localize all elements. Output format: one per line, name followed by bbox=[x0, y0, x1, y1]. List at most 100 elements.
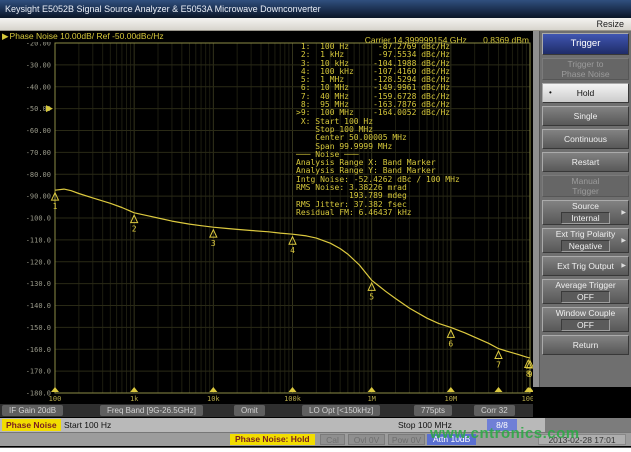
y-axis-tick-label: -70.00 bbox=[26, 149, 51, 157]
submenu-arrow-icon: ▶ bbox=[621, 236, 626, 246]
y-axis-tick-label: -180.0 bbox=[26, 390, 51, 398]
window-titlebar: Keysight E5052B Signal Source Analyzer &… bbox=[0, 0, 631, 18]
softkey-continuous[interactable]: Continuous bbox=[542, 129, 629, 149]
submenu-arrow-icon: ▶ bbox=[621, 208, 626, 218]
softkey-scrollbar[interactable] bbox=[533, 31, 540, 387]
y-axis-tick-label: -130.0 bbox=[26, 280, 51, 288]
y-axis-tick-label: -30.00 bbox=[26, 61, 51, 69]
softkey-label: Window Couple bbox=[556, 308, 616, 318]
softkey-panel: Trigger Trigger toPhase Noise • Hold Single… bbox=[540, 31, 631, 387]
trace-scale-label: Phase Noise 10.00dB/ Ref -50.00dBc/Hz bbox=[10, 31, 164, 41]
resize-menu-item[interactable]: Resize bbox=[596, 18, 624, 30]
marker-number-label: 3 bbox=[211, 239, 216, 248]
trace-select-icon: ▶ bbox=[2, 31, 9, 41]
status-cell-corr-32: Corr 32 bbox=[474, 405, 515, 416]
softkey-label: Single bbox=[574, 111, 598, 121]
softkey-label: Hold bbox=[577, 88, 594, 98]
softkey-label: Source bbox=[572, 201, 599, 211]
measurement-status-bar: IF Gain 20dB Freq Band [9G-26.5GHz] Omit LO… bbox=[0, 404, 533, 417]
trigger-mode-status: Phase Noise: Hold bbox=[230, 434, 315, 445]
softkey-average-trigger[interactable]: Average TriggerOFF bbox=[542, 279, 629, 304]
x-axis-tick-label: 1M bbox=[367, 395, 375, 403]
status-cell-freq-band-9g-26-5ghz-: Freq Band [9G-26.5GHz] bbox=[100, 405, 203, 416]
window-title: Keysight E5052B Signal Source Analyzer &… bbox=[5, 4, 321, 14]
softkey-return[interactable]: Return bbox=[542, 335, 629, 355]
y-axis-tick-label: -120.0 bbox=[26, 258, 51, 266]
softkey-hold[interactable]: • Hold bbox=[542, 83, 629, 103]
softkey-sidebar: Trigger Trigger toPhase Noise • Hold Single… bbox=[533, 31, 631, 418]
band-marker-bottom-flag-icon bbox=[51, 387, 59, 392]
softkey-label: Restart bbox=[572, 157, 599, 167]
marker-number-label: 6 bbox=[448, 339, 453, 348]
app-window: Keysight E5052B Signal Source Analyzer &… bbox=[0, 0, 631, 448]
marker-number-label: 1 bbox=[53, 202, 58, 211]
y-axis-tick-label: -80.00 bbox=[26, 171, 51, 179]
softkey-restart[interactable]: Restart bbox=[542, 152, 629, 172]
marker-readout-block: 1: 100 Hz -87.2769 dBc/Hz 2: 1 kHz -97.5… bbox=[296, 43, 460, 217]
softkey-value: Negative bbox=[561, 240, 610, 252]
y-axis-tick-label: -100.0 bbox=[26, 215, 51, 223]
softkey-label: Ext Trig Polarity bbox=[556, 229, 616, 239]
y-axis-tick-label: -170.0 bbox=[26, 368, 51, 376]
softkey-label: Ext Trig Output bbox=[557, 261, 614, 271]
band-marker-bottom-flag-icon bbox=[289, 387, 297, 392]
softkey-menu-title: Trigger bbox=[542, 33, 629, 55]
trace-header: ▶Phase Noise 10.00dB/ Ref -50.00dBc/Hz C… bbox=[0, 31, 533, 42]
softkey-source[interactable]: SourceInternal ▶ bbox=[542, 200, 629, 225]
active-trace-chip: Phase Noise bbox=[2, 419, 61, 431]
x-axis-tick-label: 100 bbox=[49, 395, 62, 403]
y-axis-tick-label: -140.0 bbox=[26, 302, 51, 310]
menu-bar: Resize bbox=[0, 18, 631, 31]
band-marker-bottom-flag-icon bbox=[130, 387, 138, 392]
x-axis-tick-label: 100M bbox=[522, 395, 533, 403]
band-marker-bottom-flag-icon bbox=[368, 387, 376, 392]
status-cell-if-gain-20db: IF Gain 20dB bbox=[2, 405, 63, 416]
cal-status: Cal bbox=[320, 434, 345, 445]
softkey-value: OFF bbox=[561, 319, 610, 331]
marker-number-label: 7 bbox=[496, 361, 501, 370]
marker-number-label: 9 bbox=[528, 370, 533, 379]
y-axis-tick-label: -40.00 bbox=[26, 83, 51, 91]
softkey-label: Trigger bbox=[572, 186, 599, 196]
sweep-start-label: Start 100 Hz bbox=[64, 419, 111, 432]
status-cell-lo-opt-150khz-: LO Opt [<150kHz] bbox=[302, 405, 380, 416]
band-marker-bottom-flag-icon bbox=[494, 387, 502, 392]
softkey-value: Internal bbox=[561, 212, 610, 224]
x-axis-tick-label: 10k bbox=[207, 395, 220, 403]
softkey-label: Average Trigger bbox=[555, 280, 615, 290]
y-axis-tick-label: -150.0 bbox=[26, 324, 51, 332]
softkey-ext-trig-output[interactable]: Ext Trig Output ▶ bbox=[542, 256, 629, 276]
trace-scale-label-wrap: ▶Phase Noise 10.00dB/ Ref -50.00dBc/Hz bbox=[2, 31, 164, 42]
x-axis-tick-label: 1k bbox=[130, 395, 139, 403]
y-axis-tick-label: -90.00 bbox=[26, 193, 51, 201]
marker-number-label: 5 bbox=[369, 292, 374, 301]
softkey-ext-trig-polarity[interactable]: Ext Trig PolarityNegative ▶ bbox=[542, 228, 629, 253]
softkey-manual-trigger: ManualTrigger bbox=[542, 175, 629, 197]
softkey-single[interactable]: Single bbox=[542, 106, 629, 126]
softkey-trigger-to-phase-noise: Trigger toPhase Noise bbox=[542, 58, 629, 80]
softkey-label: Phase Noise bbox=[561, 69, 609, 79]
x-axis-tick-label: 100k bbox=[284, 395, 302, 403]
marker-number-label: 2 bbox=[132, 225, 137, 234]
band-marker-bottom-flag-icon bbox=[209, 387, 217, 392]
status-cell-775pts: 775pts bbox=[414, 405, 452, 416]
softkey-label: Manual bbox=[572, 176, 600, 186]
softkey-label: Trigger to bbox=[567, 59, 603, 69]
x-axis-tick-label: 10M bbox=[445, 395, 458, 403]
softkey-label: Return bbox=[573, 340, 599, 350]
y-axis-tick-label: -110.0 bbox=[26, 236, 51, 244]
y-axis-tick-label: -20.00 bbox=[26, 42, 51, 48]
softkey-window-couple[interactable]: Window CoupleOFF bbox=[542, 307, 629, 332]
status-cell-omit: Omit bbox=[234, 405, 265, 416]
page: Keysight E5052B Signal Source Analyzer &… bbox=[0, 0, 631, 452]
y-axis-tick-label: -60.00 bbox=[26, 127, 51, 135]
site-watermark: www.cntronics.com bbox=[430, 425, 580, 442]
softkey-label: Continuous bbox=[564, 134, 607, 144]
band-marker-bottom-flag-icon bbox=[447, 387, 455, 392]
ovl-status: Ovl 0V bbox=[348, 434, 385, 445]
marker-number-label: 4 bbox=[290, 246, 295, 255]
selected-bullet-icon: • bbox=[549, 88, 552, 98]
softkey-value: OFF bbox=[561, 291, 610, 303]
submenu-arrow-icon: ▶ bbox=[621, 261, 626, 271]
pow-status: Pow 0V bbox=[388, 434, 425, 445]
